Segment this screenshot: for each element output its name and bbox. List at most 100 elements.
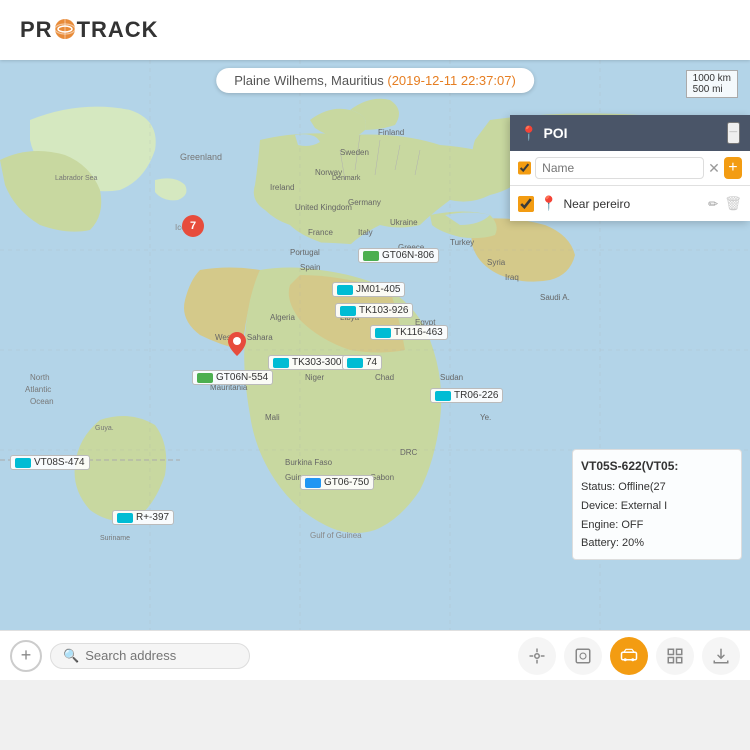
poi-item-edit-button[interactable]: ✏	[708, 197, 718, 211]
poi-items-list: 📍 Near pereiro ✏ 🗑	[510, 186, 750, 221]
svg-text:Burkina Faso: Burkina Faso	[285, 458, 333, 467]
vehicle-label[interactable]: GT06N-554	[192, 370, 273, 385]
bottom-toolbar: + 🔍	[0, 630, 750, 680]
vehicle-icon	[117, 513, 133, 523]
svg-text:Ye.: Ye.	[480, 413, 491, 422]
search-bar[interactable]: 🔍	[50, 643, 250, 669]
building-toolbar-button[interactable]	[564, 637, 602, 675]
logo-track: TRACK	[77, 17, 159, 43]
download-toolbar-button[interactable]	[702, 637, 740, 675]
poi-add-button[interactable]: +	[724, 157, 742, 179]
svg-text:Labrador Sea: Labrador Sea	[55, 175, 98, 182]
poi-panel: 📍 POI − ✕ + 📍 Near pereiro ✏ 🗑	[510, 115, 750, 221]
svg-text:France: France	[308, 228, 333, 237]
vehicle-info-popup: VT05S-622(VT05: Status: Offline(27 Devic…	[572, 449, 742, 560]
svg-text:Iraq: Iraq	[505, 273, 519, 282]
map-container[interactable]: Greenland Sweden Norway Ireland United K…	[0, 60, 750, 630]
popup-battery: Battery: 20%	[581, 534, 733, 553]
svg-text:Ukraine: Ukraine	[390, 218, 418, 227]
add-location-button[interactable]: +	[10, 640, 42, 672]
poi-item-delete-button[interactable]: 🗑	[724, 195, 742, 212]
vehicle-icon	[363, 251, 379, 261]
popup-vehicle-id: VT05S-622(VT05:	[581, 456, 733, 476]
svg-text:United Kingdom: United Kingdom	[295, 203, 352, 212]
svg-text:Syria: Syria	[487, 258, 506, 267]
svg-text:Spain: Spain	[300, 263, 320, 272]
vehicle-icon	[375, 328, 391, 338]
vehicle-icon	[435, 391, 451, 401]
vehicle-icon	[197, 373, 213, 383]
vehicle-label[interactable]: TK116-463	[370, 325, 448, 340]
vehicle-label[interactable]: TK103-926	[335, 303, 413, 318]
poi-pin-icon: 📍	[520, 125, 537, 142]
vehicle-label[interactable]: GT06N-806	[358, 248, 439, 263]
location-toolbar-button[interactable]	[518, 637, 556, 675]
poi-title: POI	[543, 125, 567, 141]
poi-search-input[interactable]	[535, 157, 704, 179]
vehicle-label[interactable]: GT06-750	[300, 475, 374, 490]
vehicle-label[interactable]: R+-397	[112, 510, 174, 525]
svg-text:Suriname: Suriname	[100, 535, 130, 542]
popup-status: Status: Offline(27	[581, 478, 733, 497]
svg-text:Ireland: Ireland	[270, 183, 294, 192]
svg-text:Atlantic: Atlantic	[25, 385, 51, 394]
svg-text:Denmark: Denmark	[332, 175, 361, 182]
vehicle-icon	[305, 478, 321, 488]
location-text: Plaine Wilhems, Mauritius	[234, 73, 384, 88]
svg-text:Saudi A.: Saudi A.	[540, 293, 570, 302]
svg-text:Algeria: Algeria	[270, 313, 295, 322]
svg-text:Ocean: Ocean	[30, 397, 54, 406]
cluster-badge[interactable]: 7	[182, 215, 204, 237]
poi-panel-header: 📍 POI −	[510, 115, 750, 151]
popup-engine: Engine: OFF	[581, 516, 733, 535]
poi-item-pin-icon: 📍	[540, 195, 557, 212]
vehicle-label[interactable]: TK303-300	[268, 355, 346, 370]
svg-text:Greenland: Greenland	[180, 152, 222, 162]
grid-toolbar-button[interactable]	[656, 637, 694, 675]
scale-bar: 1000 km 500 mi	[686, 70, 738, 98]
vehicle-label[interactable]: TR06-226	[430, 388, 503, 403]
scale-km: 1000 km	[693, 73, 731, 84]
search-icon: 🔍	[63, 648, 79, 664]
vehicle-icon	[347, 358, 363, 368]
svg-text:North: North	[30, 373, 50, 382]
svg-text:Germany: Germany	[348, 198, 381, 207]
logo-pr: PR	[20, 17, 53, 43]
svg-text:Portugal: Portugal	[290, 248, 320, 257]
location-icon	[528, 647, 546, 665]
search-input[interactable]	[85, 648, 237, 663]
map-marker[interactable]	[228, 332, 246, 361]
poi-item-checkbox[interactable]	[518, 196, 534, 212]
svg-text:Chad: Chad	[375, 373, 394, 382]
poi-search-row: ✕ +	[510, 151, 750, 186]
app-header: PR TRACK	[0, 0, 750, 60]
vehicle-label[interactable]: 74	[342, 355, 382, 370]
vehicle-label[interactable]: VT08S-474	[10, 455, 90, 470]
download-icon	[712, 647, 730, 665]
scale-mi: 500 mi	[693, 84, 731, 95]
poi-item-name: Near pereiro	[563, 197, 702, 211]
svg-text:Finland: Finland	[378, 128, 404, 137]
grid-icon	[666, 647, 684, 665]
svg-text:Italy: Italy	[358, 228, 373, 237]
svg-text:Turkey: Turkey	[450, 238, 474, 247]
location-date: (2019-12-11 22:37:07)	[387, 73, 515, 88]
building-icon	[574, 647, 592, 665]
poi-clear-button[interactable]: ✕	[708, 160, 720, 177]
svg-text:DRC: DRC	[400, 448, 418, 457]
svg-text:Sweden: Sweden	[340, 148, 369, 157]
vehicle-icon	[337, 285, 353, 295]
tracking-toolbar-button[interactable]	[610, 637, 648, 675]
poi-all-checkbox[interactable]	[518, 160, 531, 176]
logo: PR TRACK	[20, 17, 159, 43]
car-icon	[620, 647, 638, 665]
svg-text:Niger: Niger	[305, 373, 324, 382]
vehicle-label[interactable]: JM01-405	[332, 282, 405, 297]
popup-device: Device: External I	[581, 497, 733, 516]
vehicle-icon	[273, 358, 289, 368]
poi-item: 📍 Near pereiro ✏ 🗑	[510, 190, 750, 217]
svg-text:Guya.: Guya.	[95, 425, 114, 432]
poi-collapse-button[interactable]: −	[727, 122, 740, 144]
svg-text:Mali: Mali	[265, 413, 280, 422]
logo-icon	[54, 18, 76, 40]
